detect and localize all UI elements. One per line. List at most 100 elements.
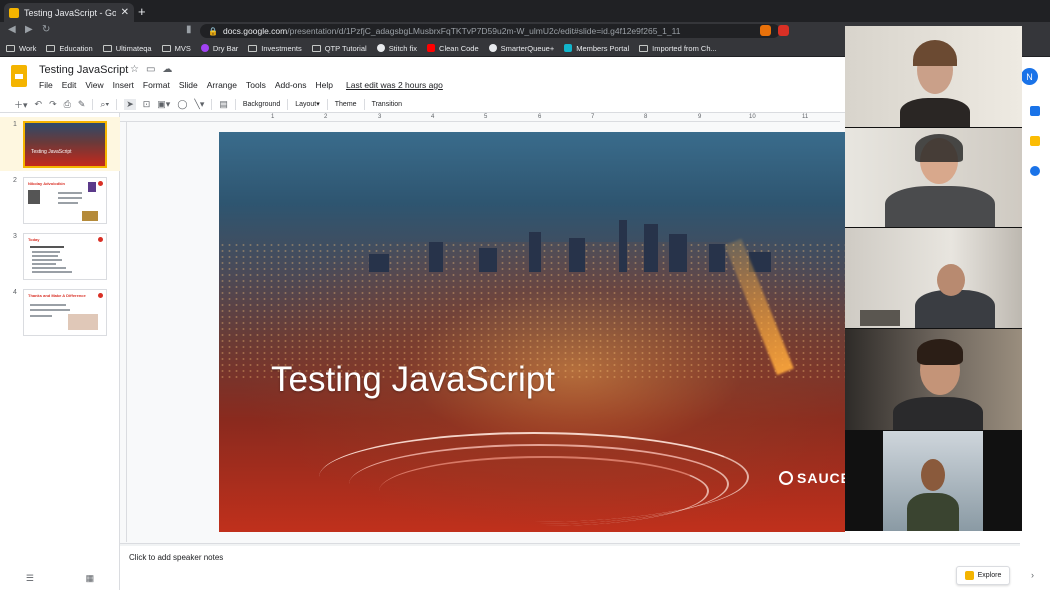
bookmark-qtp-tutorial[interactable]: QTP Tutorial — [311, 44, 367, 53]
background-button[interactable]: Background — [243, 101, 280, 108]
last-edit-link[interactable]: Last edit was 2 hours ago — [346, 80, 443, 90]
star-icon[interactable]: ☆ — [130, 64, 139, 75]
thumbnail-text-line — [58, 197, 82, 199]
extension-icon[interactable] — [760, 25, 771, 36]
slide-thumbnail[interactable]: Nikolay Advolodkin — [23, 177, 107, 224]
horizontal-ruler: 1 2 3 4 5 6 7 8 9 10 11 — [120, 113, 840, 122]
participant-video-tile[interactable] — [845, 128, 1022, 227]
line-icon[interactable]: ╲▾ — [194, 99, 204, 110]
forward-icon[interactable]: ▶ — [25, 24, 33, 35]
extension-icon[interactable] — [778, 25, 789, 36]
desk — [860, 310, 900, 326]
slide-title[interactable]: Testing JavaScript — [271, 360, 555, 400]
skyline-building — [644, 224, 658, 272]
new-tab-icon[interactable]: + — [138, 4, 146, 19]
menu-slide[interactable]: Slide — [179, 80, 198, 90]
reload-icon[interactable]: ↻ — [42, 24, 50, 35]
menu-file[interactable]: File — [39, 80, 53, 90]
view-toggle: ☰ ▦ — [0, 567, 120, 590]
chevron-right-icon[interactable]: › — [1031, 570, 1034, 580]
current-slide[interactable]: Testing JavaScript SAUCE — [219, 132, 845, 532]
tasks-icon[interactable] — [1030, 166, 1040, 176]
close-tab-icon[interactable]: ✕ — [121, 7, 129, 18]
back-icon[interactable]: ◀ — [8, 24, 16, 35]
bookmark-page-icon[interactable]: ▮ — [186, 24, 192, 35]
ruler-tick: 4 — [431, 114, 435, 120]
grid-view-icon[interactable]: ▦ — [86, 573, 95, 584]
slides-logo-icon[interactable] — [11, 65, 27, 87]
menu-view[interactable]: View — [85, 80, 103, 90]
cloud-status-icon[interactable]: ☁ — [162, 64, 172, 75]
text-box-icon[interactable]: ⊡ — [143, 99, 151, 110]
bookmark-education[interactable]: Education — [46, 44, 93, 53]
participant-video-tile-active[interactable] — [845, 228, 1022, 328]
menu-format[interactable]: Format — [143, 80, 170, 90]
bookmark-clean-code[interactable]: Clean Code — [427, 44, 479, 53]
speaker-notes-input[interactable]: Click to add speaker notes — [129, 553, 223, 562]
bookmark-investments[interactable]: Investments — [248, 44, 302, 53]
bookmark-dry-bar[interactable]: Dry Bar — [200, 44, 238, 53]
redo-icon[interactable]: ↷ — [49, 99, 57, 110]
bookmark-work[interactable]: Work — [6, 44, 36, 53]
thumbnail-text-line — [32, 251, 60, 253]
browser-tab[interactable]: Testing JavaScript - Google Slides ✕ — [4, 3, 134, 22]
move-folder-icon[interactable]: ▭ — [146, 64, 155, 75]
bookmark-members-portal[interactable]: Members Portal — [564, 44, 629, 53]
zoom-icon[interactable]: ⌕▾ — [100, 99, 109, 110]
bookmark-smarterqueue[interactable]: SmarterQueue+ — [488, 44, 554, 53]
slide-number: 3 — [13, 233, 17, 240]
menu-arrange[interactable]: Arrange — [207, 80, 237, 90]
image-icon[interactable]: ▣▾ — [157, 99, 170, 110]
menu-add-ons[interactable]: Add-ons — [275, 80, 307, 90]
logo-text: SAUCE — [797, 470, 845, 486]
skyline — [369, 202, 789, 272]
keep-icon[interactable] — [1030, 136, 1040, 146]
new-slide-icon[interactable]: ＋▾ — [14, 98, 28, 111]
undo-icon[interactable]: ↶ — [35, 99, 43, 110]
participant-figure — [907, 493, 959, 531]
shape-icon[interactable]: ◯ — [177, 99, 187, 110]
participant-video-tile[interactable] — [845, 26, 1022, 127]
slide-thumbnail[interactable]: Testing JavaScript — [23, 121, 107, 168]
slide-number: 1 — [13, 121, 17, 128]
slide-thumbnail[interactable]: Thanks and Make A Difference — [23, 289, 107, 336]
dry-bar-icon — [200, 44, 209, 52]
ruler-tick: 9 — [698, 114, 702, 120]
print-icon[interactable]: ⎙ — [64, 99, 71, 110]
menu-insert[interactable]: Insert — [113, 80, 134, 90]
members-portal-icon — [564, 44, 573, 52]
participant-video-tile[interactable] — [845, 329, 1022, 430]
paint-format-icon[interactable]: ✎ — [78, 99, 86, 110]
filmstrip-slide-4[interactable]: 4 Thanks and Make A Difference — [0, 285, 120, 339]
skyline-building — [479, 248, 497, 272]
transition-button[interactable]: Transition — [372, 101, 402, 108]
filmstrip-slide-3[interactable]: 3 Today — [0, 229, 120, 283]
account-avatar[interactable]: N — [1021, 68, 1038, 85]
thumbnail-title: Thanks and Make A Difference — [28, 293, 86, 298]
select-cursor-icon[interactable]: ➤ — [124, 98, 136, 110]
menu-edit[interactable]: Edit — [62, 80, 77, 90]
url-input[interactable]: 🔒 docs.google.com /presentation/d/1PzfjC… — [200, 24, 780, 38]
calendar-icon[interactable] — [1030, 106, 1040, 116]
filmstrip-slide-2[interactable]: 2 Nikolay Advolodkin — [0, 173, 120, 227]
layout-button[interactable]: Layout▾ — [295, 100, 320, 108]
comment-icon[interactable]: ▤ — [219, 99, 228, 110]
filmstrip-slide-1[interactable]: 1 Testing JavaScript — [0, 117, 120, 171]
menu-tools[interactable]: Tools — [246, 80, 266, 90]
slide-thumbnail[interactable]: Today — [23, 233, 107, 280]
filmstrip-view-icon[interactable]: ☰ — [26, 573, 34, 584]
bookmark-mvs[interactable]: MVS — [161, 44, 191, 53]
document-title[interactable]: Testing JavaScript — [39, 64, 128, 76]
bookmark-stitch-fix[interactable]: Stitch fix — [376, 44, 417, 53]
skyline-building — [709, 244, 725, 272]
bookmark-ultimateqa[interactable]: Ultimateqa — [102, 44, 152, 53]
notes-resize-handle[interactable] — [120, 543, 1020, 546]
thumbnail-logo — [98, 237, 103, 242]
menu-bar: File Edit View Insert Format Slide Arran… — [39, 80, 443, 90]
menu-help[interactable]: Help — [316, 80, 333, 90]
participant-video-tile[interactable] — [845, 431, 1022, 531]
bookmark-imported[interactable]: Imported from Ch... — [639, 44, 717, 53]
toolbar-divider — [116, 98, 118, 110]
explore-button[interactable]: Explore — [956, 566, 1010, 585]
theme-button[interactable]: Theme — [335, 101, 357, 108]
